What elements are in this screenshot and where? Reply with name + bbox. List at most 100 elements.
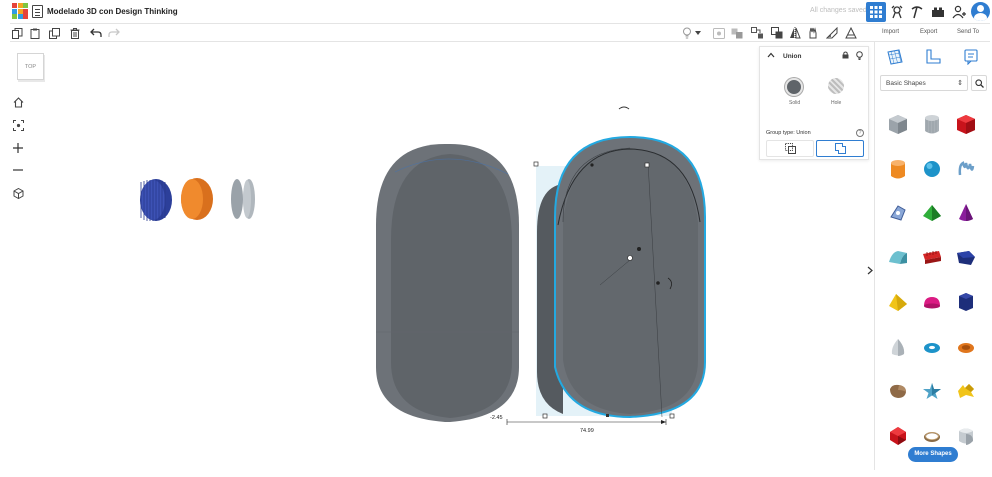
design-list-icon[interactable] bbox=[32, 5, 43, 18]
group-type-union-option[interactable] bbox=[766, 140, 814, 157]
workplane-button[interactable] bbox=[844, 26, 858, 40]
workplane-grid-button[interactable] bbox=[886, 48, 904, 66]
panel-tabs: Import Export Send To bbox=[874, 24, 990, 42]
left-capsule-part[interactable] bbox=[376, 144, 519, 422]
solid-option[interactable] bbox=[785, 78, 803, 96]
yellow-pyramid-shape[interactable] bbox=[881, 280, 915, 325]
delete-button[interactable] bbox=[68, 26, 82, 40]
paste-button[interactable] bbox=[28, 26, 42, 40]
width-dimension-label[interactable]: 74.99 bbox=[580, 428, 594, 434]
undo-button[interactable] bbox=[89, 26, 103, 40]
top-bar: Modelado 3D con Design Thinking All chan… bbox=[10, 0, 990, 24]
zoom-out-button[interactable] bbox=[11, 163, 25, 177]
collapse-panel-icon[interactable] bbox=[867, 266, 873, 277]
shape-category-value: Basic Shapes bbox=[886, 80, 926, 87]
export-tab[interactable]: Export bbox=[920, 29, 937, 35]
undo-icon bbox=[90, 28, 102, 37]
blocks-view-button[interactable] bbox=[887, 2, 907, 22]
redo-icon bbox=[108, 28, 120, 37]
paste-icon bbox=[30, 28, 39, 39]
notes-dropdown[interactable] bbox=[694, 26, 702, 40]
pyramid-shape[interactable] bbox=[915, 191, 949, 236]
inspector-title: Union bbox=[783, 53, 802, 60]
notes-panel-button[interactable] bbox=[962, 48, 980, 66]
cruise-button[interactable] bbox=[806, 26, 820, 40]
sphere-shape[interactable] bbox=[915, 147, 949, 192]
collapse-inspector-icon[interactable] bbox=[767, 52, 775, 60]
bricks-view-button[interactable] bbox=[928, 2, 948, 22]
shape-inspector: Union Solid Hole Group type: Union ? bbox=[759, 46, 869, 160]
import-tab[interactable]: Import bbox=[882, 29, 899, 35]
user-avatar[interactable] bbox=[971, 2, 990, 21]
ruler-button[interactable] bbox=[825, 26, 839, 40]
shape-generator-shape[interactable] bbox=[881, 191, 915, 236]
design-title[interactable]: Modelado 3D con Design Thinking bbox=[47, 7, 178, 16]
box-shape[interactable] bbox=[881, 102, 915, 147]
zoom-in-button[interactable] bbox=[11, 141, 25, 155]
lightbulb-icon bbox=[683, 27, 691, 39]
edit-toolbar bbox=[10, 24, 874, 42]
text-shape[interactable] bbox=[915, 236, 949, 281]
offset-dimension-label[interactable]: -2.45 bbox=[490, 415, 503, 421]
tube-icon bbox=[958, 342, 974, 353]
visibility-bulb-icon[interactable] bbox=[856, 51, 863, 62]
tinkercad-logo-icon[interactable] bbox=[12, 3, 28, 19]
duplicate-button[interactable] bbox=[48, 26, 62, 40]
share-button[interactable] bbox=[949, 2, 969, 22]
tube-shape[interactable] bbox=[949, 325, 983, 370]
roof-shape[interactable] bbox=[881, 236, 915, 281]
knurled-cylinder-part[interactable] bbox=[140, 179, 172, 221]
ungroup-icon bbox=[750, 27, 763, 39]
mirror-button[interactable] bbox=[788, 26, 802, 40]
star-shape[interactable] bbox=[915, 369, 949, 414]
notes-button[interactable] bbox=[680, 26, 694, 40]
scene-canvas[interactable] bbox=[10, 42, 874, 470]
polygon-shape[interactable] bbox=[949, 236, 983, 281]
view-cube[interactable]: TOP bbox=[17, 53, 44, 80]
3d-design-view-button[interactable] bbox=[866, 2, 886, 22]
rock-shape[interactable] bbox=[881, 369, 915, 414]
cone-shape[interactable] bbox=[949, 191, 983, 236]
redo-button[interactable] bbox=[107, 26, 121, 40]
grid-icon bbox=[870, 6, 882, 18]
half-sphere-shape[interactable] bbox=[915, 280, 949, 325]
cylinder-shape[interactable] bbox=[915, 102, 949, 147]
red-box-icon bbox=[957, 115, 975, 135]
ruler-panel-button[interactable] bbox=[924, 48, 942, 66]
ungroup-button[interactable] bbox=[750, 26, 764, 40]
orange-cylinder-shape[interactable] bbox=[881, 147, 915, 192]
more-shapes-button[interactable]: More Shapes bbox=[908, 447, 958, 462]
triangle-workplane-icon bbox=[845, 27, 857, 39]
perspective-toggle-button[interactable] bbox=[11, 186, 25, 200]
workplane-tool-button[interactable] bbox=[712, 26, 726, 40]
paraboloid-shape[interactable] bbox=[881, 325, 915, 370]
workplane-viewport[interactable]: -2.45 74.99 bbox=[10, 42, 874, 470]
hole-option[interactable] bbox=[828, 78, 844, 94]
group-shapes-icon bbox=[771, 27, 783, 39]
union-tool-button[interactable] bbox=[770, 26, 784, 40]
trash-icon bbox=[70, 27, 80, 39]
grey-disc-part[interactable] bbox=[231, 179, 255, 219]
group-type-merge-option[interactable] bbox=[816, 140, 864, 157]
home-view-button[interactable] bbox=[11, 95, 25, 109]
lock-icon[interactable] bbox=[842, 51, 849, 61]
focus-icon bbox=[12, 119, 24, 131]
shape-search-button[interactable] bbox=[971, 75, 987, 91]
hexagonal-prism-shape[interactable] bbox=[949, 280, 983, 325]
selected-union-group[interactable] bbox=[533, 106, 706, 419]
help-icon[interactable]: ? bbox=[856, 129, 864, 137]
shape-category-select[interactable]: Basic Shapes ⇕ bbox=[880, 75, 968, 91]
sim-lab-button[interactable] bbox=[907, 2, 927, 22]
red-box-shape[interactable] bbox=[949, 102, 983, 147]
ring-icon bbox=[924, 431, 940, 442]
hole-label: Hole bbox=[831, 100, 842, 106]
orange-cylinder-part[interactable] bbox=[181, 178, 213, 220]
scribble-shape[interactable] bbox=[949, 147, 983, 192]
torus-shape[interactable] bbox=[915, 325, 949, 370]
blob-icon bbox=[958, 384, 974, 399]
blob-shape[interactable] bbox=[949, 369, 983, 414]
fit-view-button[interactable] bbox=[11, 118, 25, 132]
copy-button[interactable] bbox=[10, 26, 24, 40]
align-button[interactable] bbox=[730, 26, 744, 40]
send-to-tab[interactable]: Send To bbox=[957, 29, 979, 35]
